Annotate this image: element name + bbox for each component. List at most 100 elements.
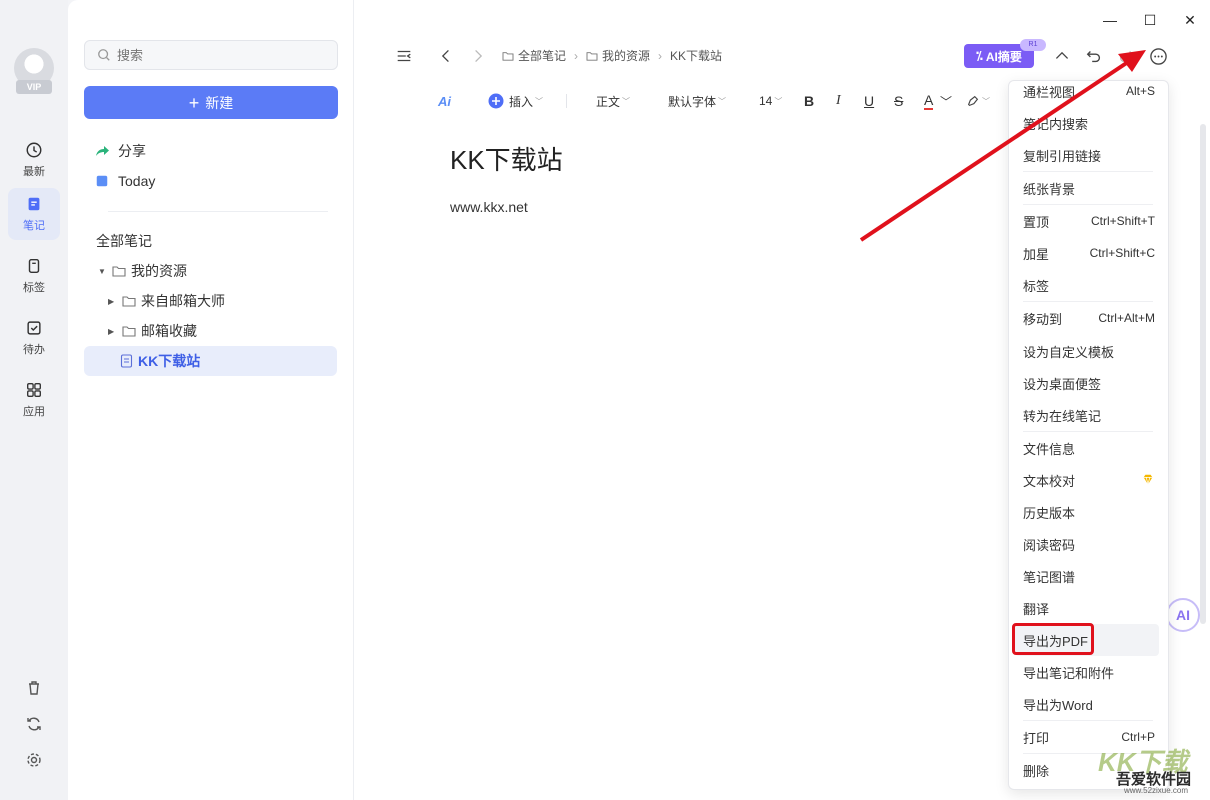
- caret-down-icon[interactable]: ▼: [98, 267, 108, 276]
- more-menu: 通栏视图 Alt+S 笔记内搜索 复制引用链接 纸张背景 置顶 Ctrl+Shift…: [1008, 80, 1169, 790]
- premium-diamond-icon: [1143, 474, 1153, 485]
- underline-icon[interactable]: U: [864, 92, 874, 110]
- breadcrumb-item[interactable]: 全部笔记: [518, 47, 566, 64]
- sidebar-item-label: 分享: [118, 143, 146, 159]
- breadcrumb-item[interactable]: KK下载站: [670, 47, 722, 64]
- search-icon: [98, 49, 110, 61]
- search-box[interactable]: [84, 40, 338, 70]
- font-family-label: 默认字体: [668, 94, 717, 109]
- sidebar: + 新建 分享 Today 全部笔记 ▼ 我的资源 ▶ 来自邮箱大师 ▶ 邮箱收…: [68, 0, 354, 800]
- rail-item-apps[interactable]: 应用: [8, 374, 60, 426]
- tree-item-mail-favorites[interactable]: ▶ 邮箱收藏: [108, 316, 197, 346]
- menu-divider: [1023, 204, 1153, 205]
- menu-item-note-graph[interactable]: 笔记图谱: [1015, 562, 1159, 590]
- strikethrough-icon[interactable]: S: [894, 92, 903, 110]
- rail-item-label: 笔记: [23, 220, 45, 232]
- menu-item-translate[interactable]: 翻译: [1015, 594, 1159, 622]
- menu-item-label: 导出为Word: [1023, 697, 1093, 713]
- italic-icon[interactable]: I: [836, 92, 841, 110]
- menu-item-desktop-sticky[interactable]: 设为桌面便签: [1015, 369, 1159, 397]
- folder-icon: [122, 326, 136, 337]
- note-title[interactable]: KK下载站: [450, 140, 563, 177]
- sidebar-item-share[interactable]: 分享: [84, 136, 338, 166]
- more-icon[interactable]: [1148, 46, 1168, 66]
- menu-item-move-to[interactable]: 移动到 Ctrl+Alt+M: [1015, 304, 1159, 332]
- notebook-icon: [94, 173, 110, 189]
- highlight-box: [1012, 623, 1094, 655]
- back-icon[interactable]: [436, 46, 456, 66]
- menu-item-pin[interactable]: 置顶 Ctrl+Shift+T: [1015, 207, 1159, 235]
- rail-item-label: 最新: [23, 166, 45, 178]
- menu-item-label: 设为自定义模板: [1023, 344, 1115, 360]
- chevron-up-icon[interactable]: [1052, 46, 1072, 66]
- caret-right-icon[interactable]: ▶: [108, 327, 118, 336]
- search-input[interactable]: [117, 47, 317, 63]
- ai-writing-icon[interactable]: Ai: [438, 92, 451, 110]
- highlighter-icon[interactable]: ﹀: [966, 92, 990, 110]
- sidebar-all-notes[interactable]: 全部笔记: [96, 226, 152, 256]
- tree-item-my-resources[interactable]: ▼ 我的资源: [98, 256, 187, 286]
- left-rail: VIP 最新 笔记 标签 待办 应用: [0, 0, 68, 800]
- ai-assistant-button[interactable]: AI: [1166, 598, 1200, 632]
- settings-icon[interactable]: [24, 750, 44, 770]
- paragraph-style-select[interactable]: 正文 ﹀: [596, 92, 630, 110]
- rail-item-notes[interactable]: 笔记: [8, 188, 60, 240]
- menu-item-copy-link[interactable]: 复制引用链接: [1015, 141, 1159, 169]
- font-size-select[interactable]: 14 ﹀: [759, 92, 782, 110]
- menu-item-convert-online[interactable]: 转为在线笔记: [1015, 401, 1159, 429]
- redo-icon[interactable]: [1116, 46, 1136, 66]
- forward-icon[interactable]: [468, 46, 488, 66]
- menu-item-proofread[interactable]: 文本校对: [1015, 466, 1159, 494]
- divider: [108, 211, 328, 212]
- tree-item-label: 我的资源: [131, 263, 187, 279]
- menu-item-label: 标签: [1023, 278, 1050, 294]
- menu-item-paper-background[interactable]: 纸张背景: [1015, 174, 1159, 202]
- trash-icon[interactable]: [24, 678, 44, 698]
- menu-item-set-template[interactable]: 设为自定义模板: [1015, 337, 1159, 365]
- folder-icon: [112, 266, 126, 277]
- minimize-icon[interactable]: —: [1100, 10, 1120, 30]
- menu-item-search-in-note[interactable]: 笔记内搜索: [1015, 109, 1159, 137]
- chevron-down-icon: ﹀: [982, 96, 990, 106]
- maximize-icon[interactable]: ☐: [1140, 10, 1160, 30]
- rail-item-todo[interactable]: 待办: [8, 312, 60, 364]
- bold-icon[interactable]: B: [804, 92, 814, 110]
- menu-item-shortcut: Alt+S: [1125, 84, 1155, 98]
- new-note-button[interactable]: + 新建: [84, 86, 338, 119]
- rail-item-tags[interactable]: 标签: [8, 250, 60, 302]
- folder-icon: [122, 296, 136, 307]
- ai-summary-label: AI摘要: [985, 49, 1022, 64]
- close-icon[interactable]: ✕: [1180, 10, 1200, 30]
- insert-button[interactable]: 插入 ﹀: [488, 92, 543, 110]
- watermark-url: www.52zixue.com: [1124, 786, 1189, 795]
- font-family-select[interactable]: 默认字体 ﹀: [668, 92, 726, 110]
- chevron-down-icon: ﹀: [718, 96, 727, 106]
- rail-item-recent[interactable]: 最新: [8, 134, 60, 186]
- sidebar-item-today[interactable]: Today: [84, 166, 338, 196]
- note-body[interactable]: www.kkx.net: [450, 199, 528, 215]
- apps-icon: [27, 383, 41, 397]
- sync-icon[interactable]: [24, 714, 44, 734]
- menu-item-column-view[interactable]: 通栏视图 Alt+S: [1015, 81, 1159, 105]
- bookmark-icon: [28, 258, 40, 274]
- caret-right-icon[interactable]: ▶: [108, 297, 118, 306]
- menu-item-read-password[interactable]: 阅读密码: [1015, 530, 1159, 558]
- menu-item-tag[interactable]: 标签: [1015, 271, 1159, 299]
- chevron-down-icon[interactable]: ﹀: [940, 92, 952, 110]
- menu-item-history[interactable]: 历史版本: [1015, 498, 1159, 526]
- tree-item-mail-master[interactable]: ▶ 来自邮箱大师: [108, 286, 225, 316]
- menu-item-export-word[interactable]: 导出为Word: [1015, 690, 1159, 718]
- share-icon: [94, 143, 110, 159]
- menu-item-star[interactable]: 加星 Ctrl+Shift+C: [1015, 239, 1159, 267]
- menu-divider: [1023, 720, 1153, 721]
- menu-divider: [1023, 431, 1153, 432]
- breadcrumb-item[interactable]: 我的资源: [602, 47, 650, 64]
- toggle-sidebar-icon[interactable]: [394, 46, 414, 66]
- tree-item-kk-download[interactable]: KK下载站: [84, 346, 337, 376]
- menu-item-export-with-attachments[interactable]: 导出笔记和附件: [1015, 658, 1159, 686]
- undo-icon[interactable]: [1084, 46, 1104, 66]
- font-color-icon[interactable]: A: [924, 92, 934, 110]
- menu-item-label: 打印: [1023, 730, 1050, 746]
- scrollbar[interactable]: [1200, 124, 1206, 624]
- menu-item-file-info[interactable]: 文件信息: [1015, 434, 1159, 462]
